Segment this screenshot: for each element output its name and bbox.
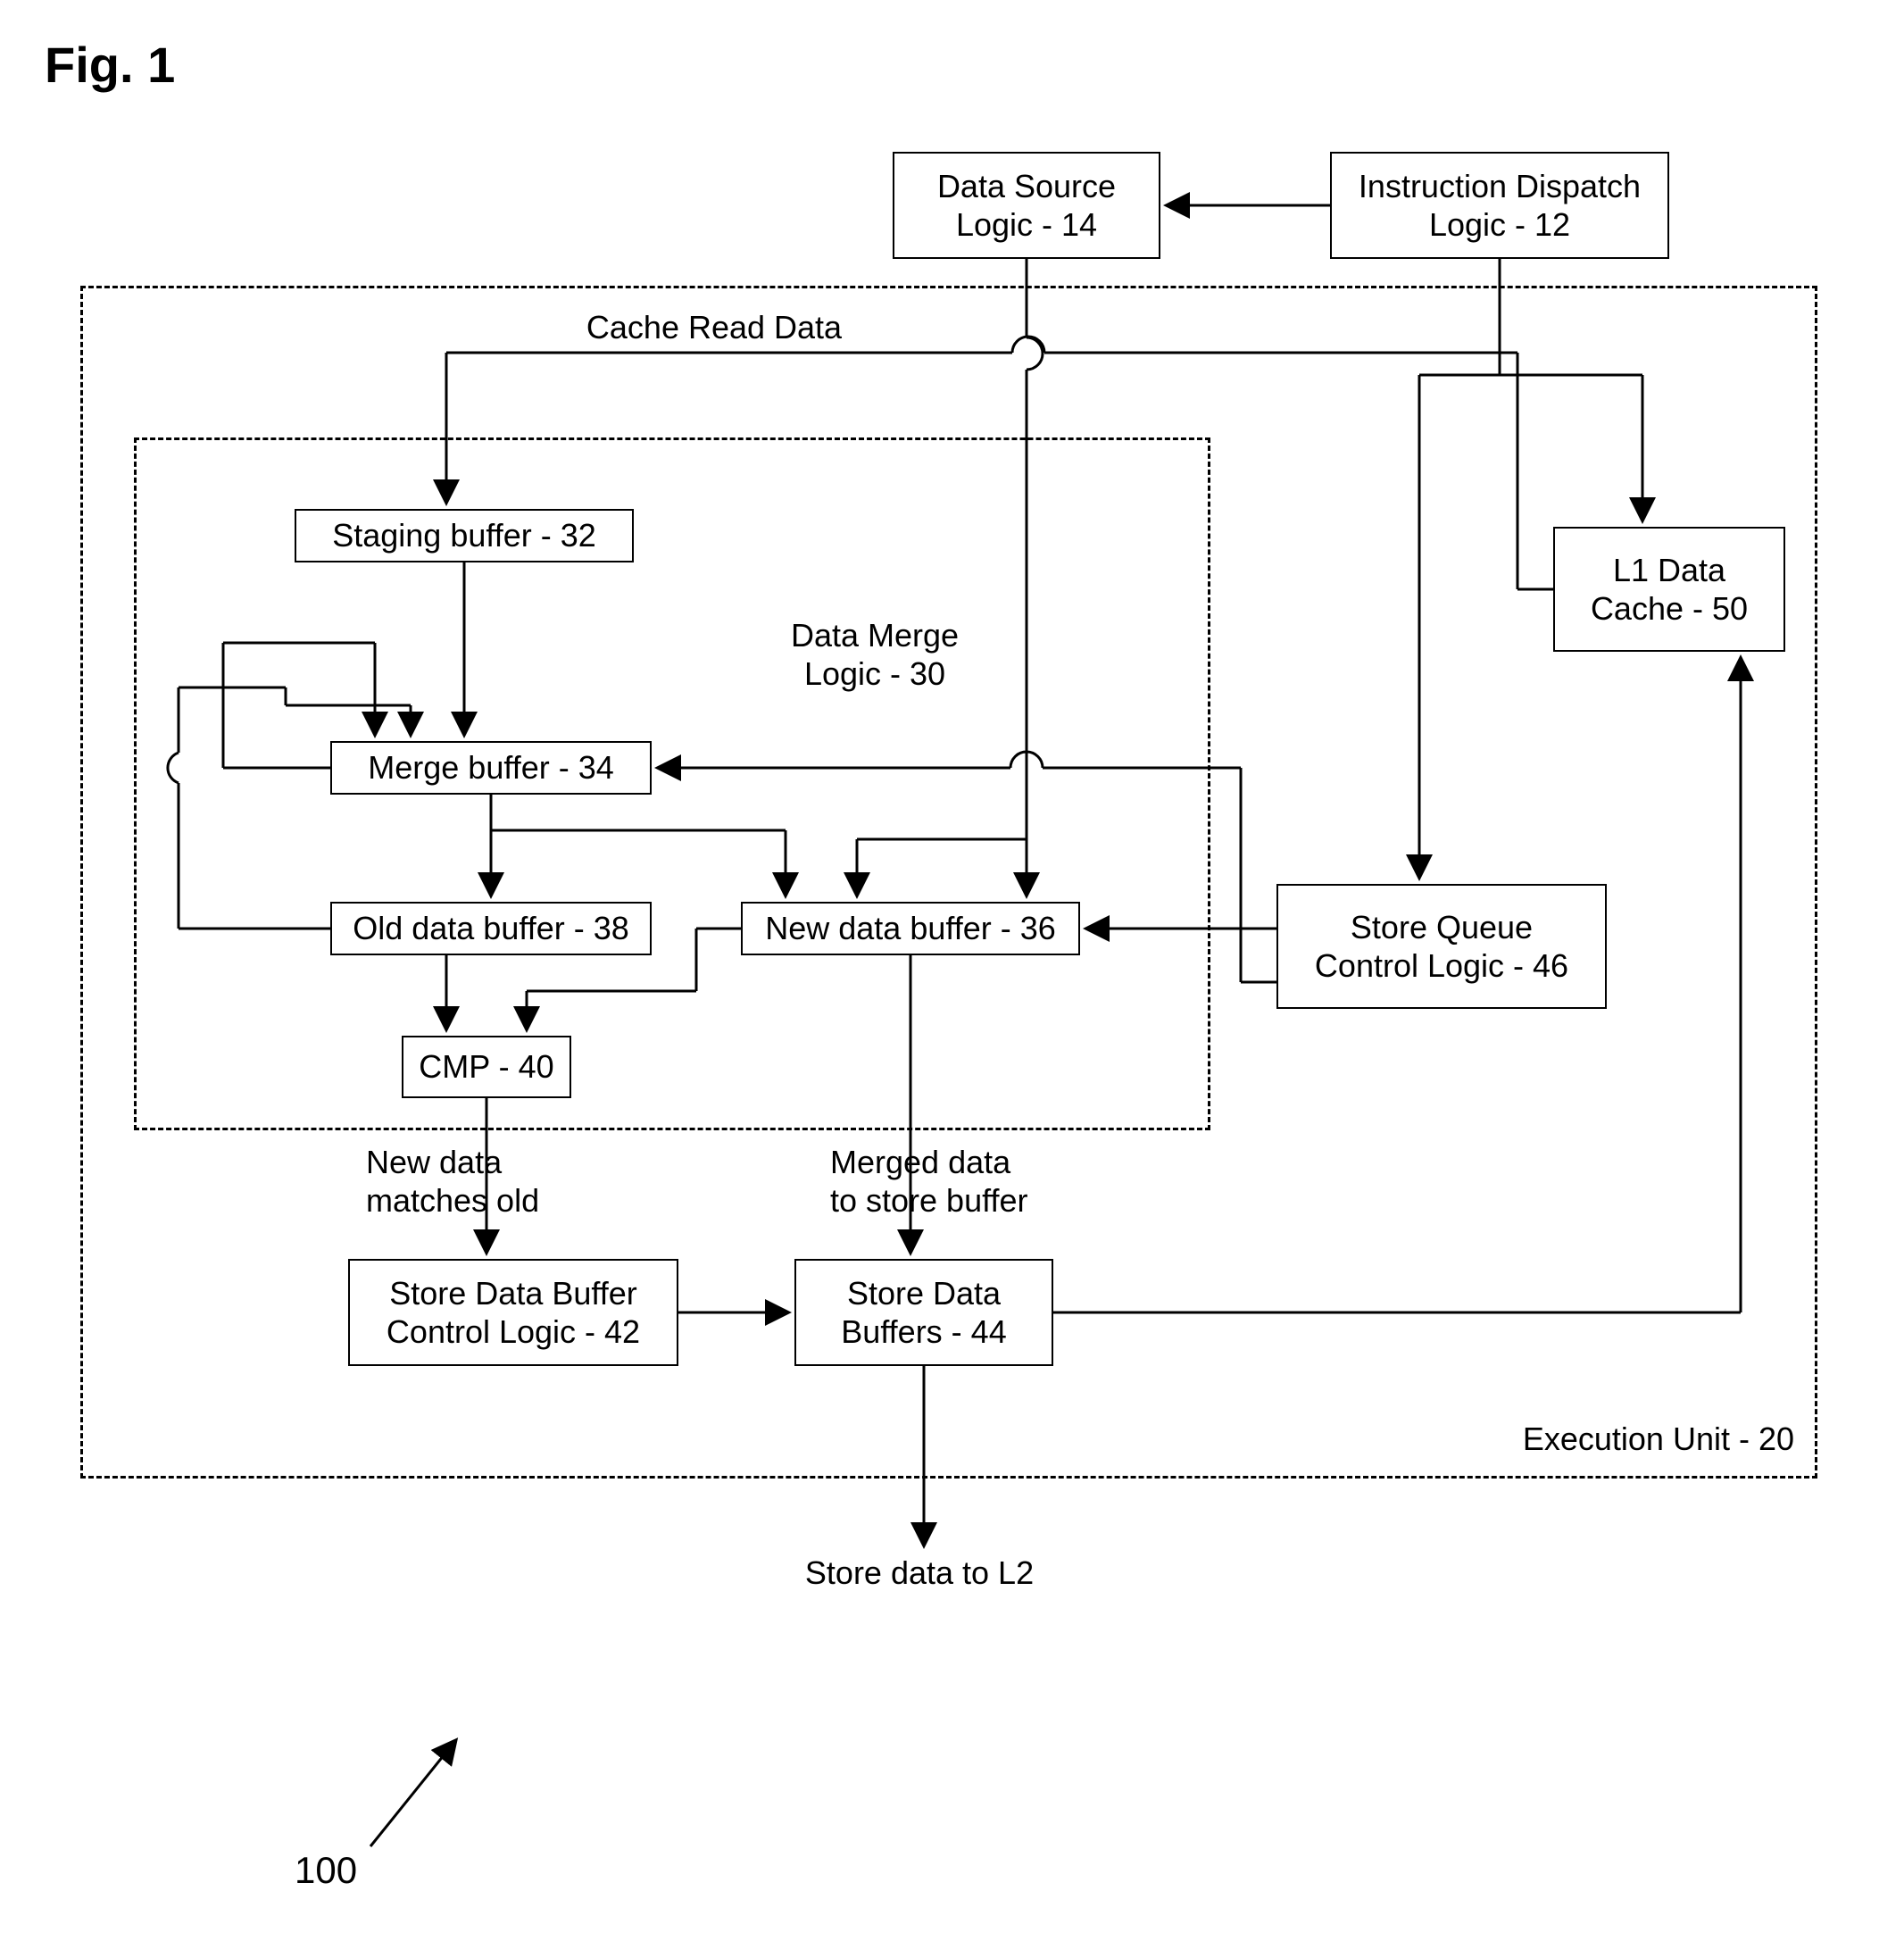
- box-merge-buffer: Merge buffer - 34: [330, 741, 652, 795]
- cache-read-data-label: Cache Read Data: [553, 308, 875, 346]
- box-staging-buffer: Staging buffer - 32: [295, 509, 634, 562]
- execution-unit-label: Execution Unit - 20: [1473, 1420, 1794, 1458]
- label-merged-data-to-store-buffer: Merged data to store buffer: [830, 1143, 1098, 1220]
- reference-number: 100: [295, 1848, 357, 1893]
- box-l1-data-cache: L1 Data Cache - 50: [1553, 527, 1785, 652]
- box-cmp: CMP - 40: [402, 1036, 571, 1098]
- label-new-data-matches-old: New data matches old: [366, 1143, 598, 1220]
- box-store-data-buffers: Store Data Buffers - 44: [794, 1259, 1053, 1366]
- label-store-data-to-l2: Store data to L2: [759, 1554, 1080, 1592]
- box-instruction-dispatch-logic: Instruction Dispatch Logic - 12: [1330, 152, 1669, 259]
- box-store-queue-control: Store Queue Control Logic - 46: [1276, 884, 1607, 1009]
- box-old-data-buffer: Old data buffer - 38: [330, 902, 652, 955]
- box-new-data-buffer: New data buffer - 36: [741, 902, 1080, 955]
- box-data-source-logic: Data Source Logic - 14: [893, 152, 1160, 259]
- figure-title: Fig. 1: [45, 36, 175, 94]
- box-store-data-buffer-ctrl: Store Data Buffer Control Logic - 42: [348, 1259, 678, 1366]
- data-merge-logic-label: Data Merge Logic - 30: [759, 616, 991, 693]
